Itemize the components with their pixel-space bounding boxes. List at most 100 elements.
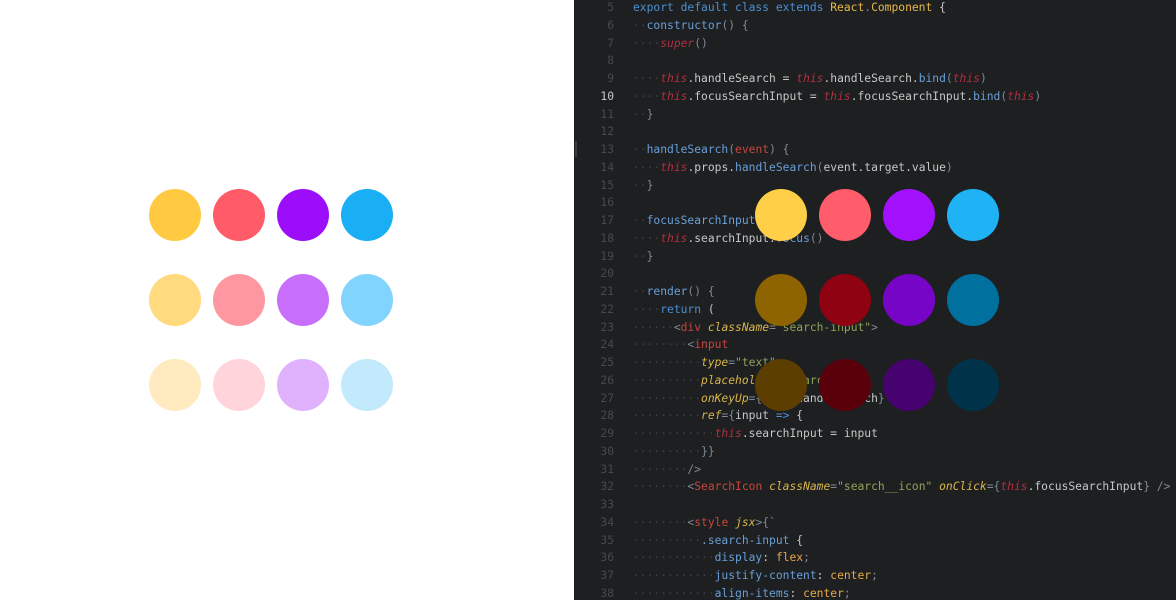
dark-palette-swatch [883,274,935,326]
code-token: align-items [714,586,790,600]
code-token: }} [701,444,715,458]
line-number: 28 [600,409,614,423]
code-line: 8 [574,52,1176,70]
code-token: display [714,551,763,565]
code-token: return [660,302,702,316]
code-token: > [871,320,878,334]
code-token: ···· [633,89,661,103]
code-token: () [694,36,708,50]
code-line: 14 ····this.props.handleSearch(event.targ… [574,159,1176,177]
light-palette-swatch [149,274,201,326]
code-token: .props. [687,160,736,174]
code-token: this [660,72,688,85]
code-text: ········<input [633,336,728,354]
code-token: this [660,89,688,103]
light-palette-swatch [341,274,393,326]
code-line: 17··focusSearchInput() { [574,212,1176,230]
line-number: 23 [600,320,614,334]
code-token: .handleSearch = [687,72,797,85]
line-number: 13 [600,143,614,156]
code-token: => [775,409,790,423]
code-line: 30 ··········}} [574,443,1176,461]
code-token: () { [721,18,749,32]
code-text: ········<SearchIcon className="search__i… [633,478,1170,496]
line-number: 14 [600,160,614,174]
code-text: ····this.focusSearchInput = this.focusSe… [633,88,1041,106]
light-palette-swatch [213,189,265,241]
code-token: ) [945,160,953,174]
code-line: 10 ····this.focusSearchInput = this.focus… [574,88,1176,106]
line-number: 6 [607,18,614,32]
code-token: ={ [986,480,1001,494]
code-token: this [796,72,824,85]
code-token: className [707,320,770,334]
code-text: ····return ( [633,301,715,319]
code-token: ) [979,72,987,85]
code-line: 23 ······<div className="search-input"> [574,319,1176,337]
code-token: ref [701,409,722,423]
code-token: } /> [1143,480,1171,494]
code-token: < [673,320,681,334]
code-line: 27··········onKeyUp={this.handleSearch} [574,390,1176,408]
code-token: .handleSearch. [823,72,919,85]
dark-palette-swatch [819,274,871,326]
line-number: 10 [600,89,614,103]
dark-palette-swatch [883,189,935,241]
code-token: center [830,569,872,582]
code-token: style [694,515,729,529]
code-text: ············this.searchInput = input [633,425,878,443]
code-token: ( [945,72,953,85]
code-token: render [646,285,688,298]
code-text: ············align-items: center; [633,585,851,600]
code-token: ············ [633,427,715,440]
line-number: 11 [600,107,614,121]
line-number: 7 [607,36,614,50]
code-token: ···· [633,72,661,85]
code-line: 19 ··} [574,248,1176,266]
code-text: ··render() { [633,283,715,301]
line-number: 24 [600,338,614,352]
line-number: 5 [607,1,614,14]
light-palette-swatch [213,359,265,411]
line-number: 15 [600,178,614,192]
code-token: { [789,533,804,547]
code-token: flex [775,551,804,565]
code-token: ( [701,302,715,316]
code-text: ··} [633,248,653,266]
code-token: } [646,249,654,263]
code-token: ) [1034,89,1042,103]
code-text: export default class extends React.Compo… [633,0,946,17]
code-token: ······ [633,320,674,334]
code-text: ············display: flex; [633,549,810,567]
code-line: 6 ··constructor() { [574,17,1176,35]
code-token: justify-content [714,569,817,582]
code-token: input [694,338,729,352]
code-token: /> [687,462,702,476]
code-token: this [1007,89,1035,103]
code-text: ········<style jsx>{` [633,514,776,532]
code-token: export default class extends [633,1,831,14]
dark-palette-swatch [947,274,999,326]
code-line: 25 ··········type="text" [574,354,1176,372]
line-number: 12 [600,125,614,139]
light-palette-swatch [213,274,265,326]
code-token: focusSearchInput [646,214,756,227]
code-line: 5 export default class extends React.Comp… [574,0,1176,17]
code-token: ·········· [633,373,702,387]
dark-palette-swatch [947,359,999,411]
line-number: 36 [600,551,614,565]
code-line: 9 ····this.handleSearch = this.handleSear… [574,70,1176,88]
code-token: .focusSearchInput. [850,89,974,103]
code-token: type [701,356,729,369]
line-number: 25 [600,356,614,369]
code-token: React [830,1,865,14]
code-token: ········ [633,462,688,476]
code-token: handleSearch [735,160,817,174]
code-token: ············ [633,551,715,565]
line-number: 22 [600,302,614,316]
code-token: ···· [633,302,661,316]
code-token: ·········· [633,444,702,458]
code-token: this [714,427,742,440]
code-token: bind [973,89,1001,103]
code-text: ··········.search-input { [633,532,803,550]
